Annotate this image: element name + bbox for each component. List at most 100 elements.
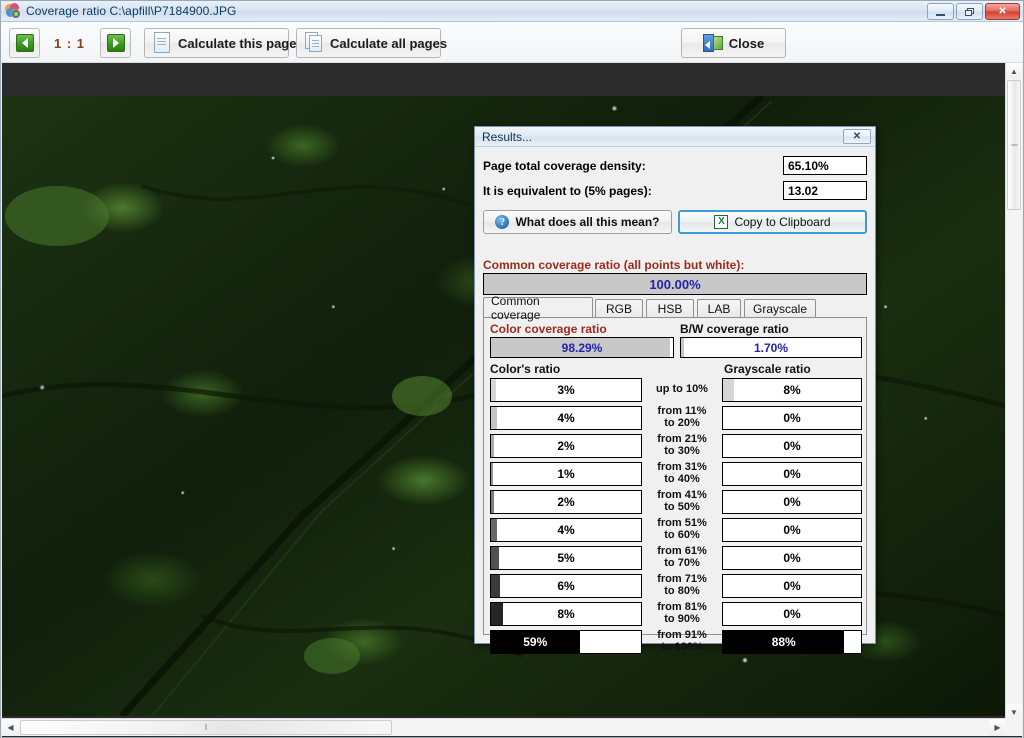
color-ratio-value: 2% [491, 491, 641, 513]
grayscale-ratio-value: 0% [723, 407, 861, 429]
tab-lab[interactable]: LAB [697, 299, 741, 317]
color-ratio-value: 2% [491, 435, 641, 457]
color-ratio-value: 4% [491, 407, 641, 429]
question-mark-icon: ? [495, 215, 509, 229]
density-band-label: from 51%to 60% [644, 516, 720, 544]
common-coverage-ratio-label: Common coverage ratio (all points but wh… [483, 258, 744, 272]
common-coverage-ratio-bar: 100.00% [483, 273, 867, 295]
density-band-line2: to 70% [664, 558, 699, 570]
bw-coverage-ratio-bar: 1.70% [680, 337, 862, 358]
density-band-line1: up to 10% [656, 384, 708, 396]
close-window-button[interactable]: ✕ [985, 3, 1020, 20]
color-ratio-value: 3% [491, 379, 641, 401]
tab-label: RGB [606, 302, 632, 316]
ratio-row: 59%from 91%to 100%88% [484, 628, 868, 656]
horizontal-scroll-thumb[interactable]: ‖ [20, 720, 392, 735]
ratio-row: 2%from 41%to 50%0% [484, 488, 868, 516]
grayscale-ratio-value: 8% [723, 379, 861, 401]
calculate-this-page-label: Calculate this page [178, 36, 296, 51]
color-coverage-ratio-value: 98.29% [491, 338, 673, 357]
what-does-this-mean-label: What does all this mean? [515, 215, 659, 229]
vertical-scroll-thumb[interactable]: ‖ [1007, 80, 1021, 210]
common-coverage-panel: Color coverage ratio B/W coverage ratio … [483, 317, 867, 635]
previous-page-icon [16, 34, 34, 52]
color-ratio-bar: 1% [490, 462, 642, 486]
copy-to-clipboard-button[interactable]: X Copy to Clipboard [678, 210, 867, 234]
equivalent-pages-value: 13.02 [783, 181, 867, 200]
color-ratio-bar: 6% [490, 574, 642, 598]
restore-icon [965, 8, 974, 16]
main-toolbar: 1 : 1 Calculate this page Calculate all … [1, 22, 1023, 63]
previous-page-button[interactable] [9, 28, 40, 58]
color-ratio-bar: 2% [490, 434, 642, 458]
what-does-this-mean-button[interactable]: ? What does all this mean? [483, 210, 672, 234]
color-ratio-bar: 3% [490, 378, 642, 402]
grayscale-ratio-bar: 0% [722, 602, 862, 626]
minimize-button[interactable] [927, 3, 954, 20]
close-icon: ✕ [853, 131, 861, 142]
ratio-row: 6%from 71%to 80%0% [484, 572, 868, 600]
grayscale-ratio-bar: 0% [722, 490, 862, 514]
color-ratio-value: 5% [491, 547, 641, 569]
results-dialog-close-button[interactable]: ✕ [843, 129, 871, 144]
close-button[interactable]: Close [681, 28, 786, 58]
window-controls: ✕ [927, 3, 1020, 20]
vertical-scrollbar[interactable]: ▲ ‖ ▼ [1005, 63, 1022, 720]
common-coverage-ratio-value: 100.00% [484, 274, 866, 294]
scroll-left-button[interactable]: ◀ [2, 719, 19, 736]
results-dialog-title: Results... [482, 130, 532, 144]
density-band-line2: to 40% [664, 474, 699, 486]
close-icon: ✕ [998, 7, 1006, 17]
tab-hsb[interactable]: HSB [646, 299, 694, 317]
color-ratio-value: 8% [491, 603, 641, 625]
close-button-label: Close [729, 36, 764, 51]
density-band-line2: to 60% [664, 530, 699, 542]
ratio-row: 4%from 11%to 20%0% [484, 404, 868, 432]
minimize-icon [936, 14, 945, 16]
restore-button[interactable] [956, 3, 983, 20]
color-coverage-ratio-bar: 98.29% [490, 337, 674, 358]
results-dialog-title-bar[interactable]: Results... ✕ [475, 127, 875, 147]
grayscale-ratio-bar: 0% [722, 574, 862, 598]
app-logo-icon [5, 3, 21, 19]
density-band-line2: to 20% [664, 418, 699, 430]
color-ratio-bar: 4% [490, 518, 642, 542]
window-title-text: Coverage ratio C:\apfill\P7184900.JPG [26, 4, 236, 18]
scrollbar-corner [1005, 718, 1022, 736]
ratio-row: 3% up to 10% 8% [484, 376, 868, 404]
window-title-bar[interactable]: Coverage ratio C:\apfill\P7184900.JPG ✕ [1, 1, 1023, 22]
scroll-up-button[interactable]: ▲ [1006, 63, 1022, 79]
calculate-all-pages-button[interactable]: Calculate all pages [296, 28, 441, 58]
color-coverage-ratio-label: Color coverage ratio [490, 322, 607, 336]
exit-door-icon [703, 34, 723, 53]
ratio-row: 2%from 21%to 30%0% [484, 432, 868, 460]
tab-label: Common coverage [491, 294, 585, 322]
ratio-row: 1%from 31%to 40%0% [484, 460, 868, 488]
scroll-right-button[interactable]: ▶ [989, 719, 1006, 736]
calculate-this-page-button[interactable]: Calculate this page [144, 28, 289, 58]
next-page-button[interactable] [100, 28, 131, 58]
grayscale-ratio-bar: 0% [722, 546, 862, 570]
density-band-line2: to 100% [661, 642, 703, 654]
tab-common-coverage[interactable]: Common coverage [483, 297, 593, 317]
density-band-label: from 41%to 50% [644, 488, 720, 516]
scroll-right-icon: ▶ [994, 723, 1000, 732]
grayscale-ratio-bar: 0% [722, 434, 862, 458]
tab-label: Grayscale [753, 302, 807, 316]
page-total-coverage-density-value: 65.10% [783, 156, 867, 175]
density-band-label: up to 10% [644, 376, 720, 404]
equivalent-pages-row: It is equivalent to (5% pages): 13.02 [483, 181, 867, 201]
multiple-documents-icon [305, 32, 324, 54]
color-ratio-value: 4% [491, 519, 641, 541]
tab-rgb[interactable]: RGB [595, 299, 643, 317]
grayscale-ratio-bar: 0% [722, 406, 862, 430]
tab-grayscale[interactable]: Grayscale [744, 299, 816, 317]
horizontal-scrollbar[interactable]: ◀ ‖ ▶ [2, 718, 1006, 736]
color-ratio-bar: 8% [490, 602, 642, 626]
tab-label: LAB [708, 302, 731, 316]
grayscale-ratio-value: 0% [723, 519, 861, 541]
copy-to-clipboard-label: Copy to Clipboard [734, 215, 830, 229]
color-ratio-value: 1% [491, 463, 641, 485]
grayscale-ratio-value: 0% [723, 463, 861, 485]
scroll-down-icon: ▼ [1010, 708, 1018, 717]
